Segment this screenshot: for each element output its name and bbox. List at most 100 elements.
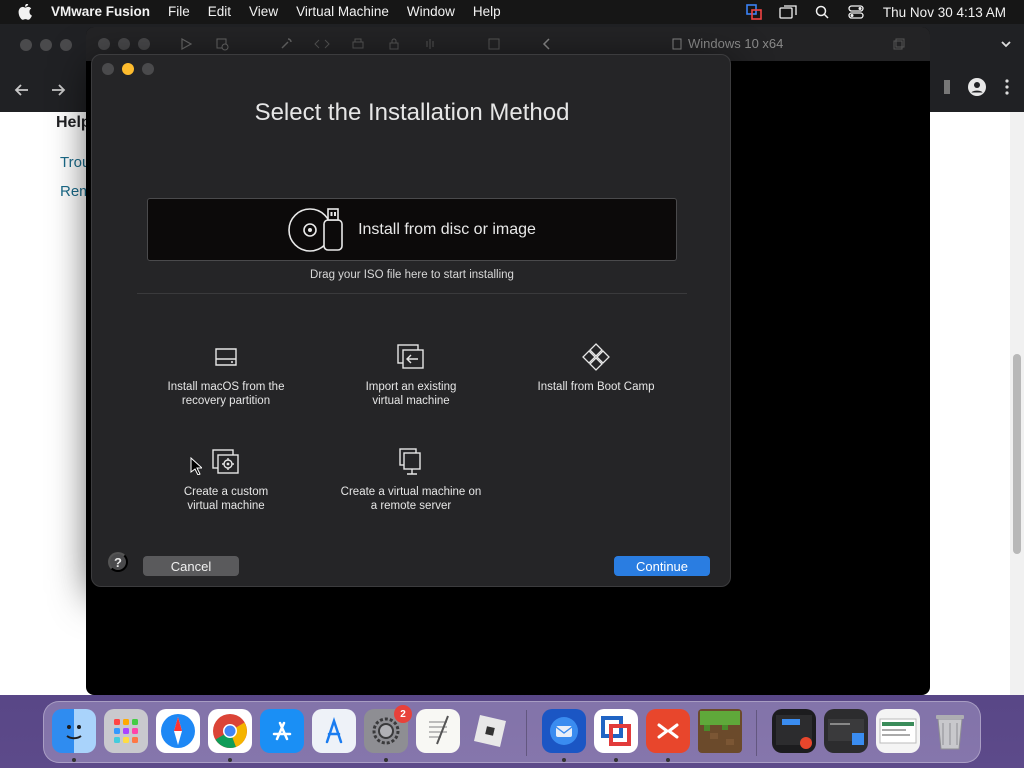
menu-file[interactable]: File (159, 0, 199, 24)
option-label: Install from Boot Camp (537, 381, 655, 393)
printer-icon[interactable] (346, 32, 370, 56)
install-from-disc-option[interactable]: Install from disc or image (147, 198, 677, 261)
chevron-left-icon[interactable] (534, 32, 558, 56)
dock-vmware-fusion[interactable] (594, 709, 638, 753)
dock-chrome[interactable] (208, 709, 252, 753)
running-indicator (562, 758, 566, 762)
dock-minimized-window-2[interactable] (824, 709, 868, 753)
import-existing-vm-option[interactable]: Import an existing virtual machine (326, 342, 496, 408)
snapshot-icon[interactable] (210, 32, 234, 56)
minimize-icon[interactable] (122, 63, 134, 75)
sidebar-icon[interactable] (944, 80, 950, 94)
menu-help[interactable]: Help (464, 0, 510, 24)
option-label: Install macOS from the recovery partitio… (167, 381, 285, 407)
textedit-icon (429, 715, 449, 745)
dock-instruments[interactable] (312, 709, 356, 753)
cancel-button[interactable]: Cancel (143, 556, 239, 576)
vm-window-title: Windows 10 x64 (672, 36, 783, 51)
create-custom-vm-option[interactable]: Create a custom virtual machine (141, 447, 311, 513)
close-icon[interactable] (102, 63, 114, 75)
window-thumbnail-icon (776, 715, 812, 749)
finder-icon (66, 725, 82, 740)
drag-iso-hint: Drag your ISO file here to start install… (310, 269, 514, 281)
help-button[interactable]: ? (108, 552, 128, 572)
menu-bar-clock[interactable]: Thu Nov 30 4:13 AM (873, 5, 1024, 20)
vm-title-text: Windows 10 x64 (688, 36, 784, 51)
running-indicator (666, 758, 670, 762)
dock-trash[interactable] (928, 709, 972, 753)
audio-icon[interactable] (418, 32, 442, 56)
play-icon[interactable] (174, 32, 198, 56)
menu-view[interactable]: View (240, 0, 287, 24)
running-indicator (228, 758, 232, 762)
wrench-icon[interactable] (274, 32, 298, 56)
screen-mirroring-icon[interactable] (771, 0, 805, 24)
mouse-cursor-icon (190, 457, 202, 475)
code-icon[interactable] (310, 32, 334, 56)
dock-app-store[interactable] (260, 709, 304, 753)
apple-logo-icon[interactable] (8, 0, 42, 24)
profile-icon[interactable] (968, 78, 986, 96)
running-indicator (614, 758, 618, 762)
menu-bar: VMware Fusion File Edit View Virtual Mac… (0, 0, 1024, 24)
dock-launchpad[interactable] (104, 709, 148, 753)
safari-icon (161, 714, 195, 748)
search-icon[interactable] (805, 0, 839, 24)
install-from-boot-camp-option[interactable]: Install from Boot Camp (511, 342, 681, 394)
install-macos-recovery-option[interactable]: Install macOS from the recovery partitio… (141, 342, 311, 408)
dock-separator (526, 710, 527, 756)
continue-button[interactable]: Continue (614, 556, 710, 576)
close-icon[interactable] (98, 38, 110, 50)
chrome-icon (213, 714, 247, 749)
remote-desktop-icon (657, 723, 679, 739)
dock-minimized-window-1[interactable] (772, 709, 816, 753)
zoom-icon[interactable] (60, 39, 72, 51)
vm-window-controls (98, 38, 150, 50)
menu-edit[interactable]: Edit (199, 0, 240, 24)
browser-window-controls (20, 39, 72, 51)
dock-roblox[interactable] (468, 709, 512, 753)
app-menu[interactable]: VMware Fusion (42, 0, 159, 24)
dock-system-settings[interactable]: 2 (364, 705, 412, 753)
disc-usb-icon (288, 207, 343, 252)
fullscreen-icon[interactable] (892, 37, 906, 56)
dock-separator (756, 710, 757, 756)
option-label: Create a virtual machine on a remote ser… (340, 486, 482, 512)
dock-minecraft[interactable] (698, 709, 742, 753)
zoom-icon[interactable] (142, 63, 154, 75)
dock-thunderbird[interactable] (542, 709, 586, 753)
create-remote-vm-option[interactable]: Create a virtual machine on a remote ser… (326, 447, 496, 513)
close-icon[interactable] (20, 39, 32, 51)
dock: 2 (43, 701, 981, 763)
dock-finder[interactable] (52, 709, 96, 753)
hard-drive-icon (141, 342, 311, 372)
window-thumbnail-icon (879, 718, 917, 744)
option-label: Import an existing virtual machine (365, 381, 457, 407)
vmware-status-icon[interactable] (737, 0, 771, 24)
import-vm-icon (326, 342, 496, 372)
zoom-icon[interactable] (138, 38, 150, 50)
back-arrow-icon[interactable] (10, 78, 34, 102)
chevron-down-icon[interactable] (1000, 36, 1012, 54)
menu-virtual-machine[interactable]: Virtual Machine (287, 0, 398, 24)
minimize-icon[interactable] (40, 39, 52, 51)
more-menu-icon[interactable] (1004, 79, 1010, 95)
scrollbar-thumb[interactable] (1013, 354, 1021, 554)
dock-textedit[interactable] (416, 709, 460, 753)
forward-arrow-icon[interactable] (46, 78, 70, 102)
running-indicator (384, 758, 388, 762)
trash-icon (936, 715, 964, 750)
dock-remote-desktop[interactable] (646, 709, 690, 753)
control-center-icon[interactable] (839, 0, 873, 24)
installation-method-dialog: Select the Installation Method Install f… (91, 54, 731, 587)
lock-icon[interactable] (382, 32, 406, 56)
thunderbird-icon (550, 717, 578, 745)
notification-badge: 2 (394, 705, 412, 723)
library-icon[interactable] (482, 32, 506, 56)
menu-window[interactable]: Window (398, 0, 464, 24)
remote-server-icon (326, 447, 496, 477)
dock-safari[interactable] (156, 709, 200, 753)
dock-minimized-window-3[interactable] (876, 709, 920, 753)
minimize-icon[interactable] (118, 38, 130, 50)
window-thumbnail-icon (828, 719, 864, 745)
